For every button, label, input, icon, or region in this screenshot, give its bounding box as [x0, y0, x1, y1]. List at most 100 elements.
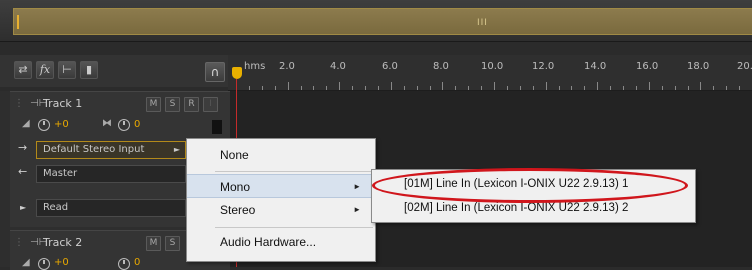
ruler-label: 8.0: [433, 61, 449, 72]
track-name[interactable]: Track 2: [43, 236, 82, 249]
ruler-tick: [739, 86, 741, 90]
input-select-value: Default Stereo Input: [43, 144, 145, 155]
pan-knob[interactable]: [118, 119, 130, 131]
ruler-tick: [455, 86, 457, 90]
menu-item-label: Mono: [220, 180, 251, 194]
ruler-label: 20.0: [737, 61, 752, 72]
ruler-label: 12.0: [532, 61, 555, 72]
meter-icon: [212, 120, 222, 134]
submenu-item-label: [01M] Line In (Lexicon I-ONIX U22 2.9.13…: [404, 178, 629, 190]
ruler-tick: [532, 86, 534, 90]
ruler-tick: [661, 86, 663, 90]
menu-item-label: Audio Hardware...: [220, 235, 317, 249]
swap-icon[interactable]: ⇄: [14, 61, 32, 79]
ruler-tick: [274, 86, 276, 90]
ruler-tick: [700, 82, 702, 90]
volume-knob[interactable]: [38, 258, 50, 270]
volume-knob[interactable]: [38, 119, 50, 131]
input-arrow-icon: →: [18, 141, 28, 154]
record-arm-button[interactable]: R: [184, 97, 199, 112]
ruler-tick: [287, 82, 289, 90]
ruler-tick: [635, 86, 637, 90]
playhead-handle[interactable]: [232, 67, 242, 79]
ruler-tick: [248, 86, 250, 90]
volume-value[interactable]: +0: [54, 119, 69, 130]
ruler-tick: [674, 86, 676, 90]
ruler-tick: [339, 82, 341, 90]
ruler-label: 6.0: [382, 61, 398, 72]
ruler-label: 16.0: [636, 61, 659, 72]
menu-item-none[interactable]: None: [187, 143, 375, 167]
grip-icon[interactable]: ⋮: [14, 237, 24, 248]
ruler-tick: [352, 86, 354, 90]
ruler-tick: [726, 86, 728, 90]
ruler-unit-label: hms: [244, 61, 266, 72]
ruler-tick: [261, 86, 263, 90]
mono-submenu: [01M] Line In (Lexicon I-ONIX U22 2.9.13…: [371, 169, 696, 223]
headphones-icon[interactable]: ∩: [205, 62, 225, 82]
eq-bars-icon[interactable]: ▮: [80, 61, 98, 79]
ruler-label: 4.0: [330, 61, 346, 72]
track-name[interactable]: Track 1: [43, 97, 82, 110]
ruler-tick: [326, 86, 328, 90]
fx-icon[interactable]: fx: [36, 61, 54, 79]
mute-button[interactable]: M: [146, 236, 161, 251]
ruler-tick: [442, 82, 444, 90]
input-monitor-button[interactable]: I: [203, 97, 218, 112]
submenu-item-line-in-2[interactable]: [02M] Line In (Lexicon I-ONIX U22 2.9.13…: [372, 197, 695, 220]
solo-button[interactable]: S: [165, 236, 180, 251]
ruler-tick: [558, 86, 560, 90]
expand-icon[interactable]: ►: [20, 203, 26, 212]
sends-icon[interactable]: ⊢: [58, 61, 76, 79]
mute-button[interactable]: M: [146, 97, 161, 112]
ruler-tick: [584, 86, 586, 90]
time-ruler[interactable]: hms 2.0 4.0 6.0 8.0 10.0 12.0 14.0 16.0 …: [228, 55, 752, 91]
automation-select[interactable]: Read: [36, 199, 186, 217]
overview-panel: III: [0, 0, 752, 42]
menu-item-mono[interactable]: Mono ►: [187, 174, 375, 198]
ruler-tick: [313, 86, 315, 90]
grip-icon[interactable]: ⋮: [14, 98, 24, 109]
input-context-menu: None Mono ► Stereo ► Audio Hardware...: [186, 138, 376, 262]
output-select[interactable]: Master: [36, 165, 186, 183]
submenu-item-label: [02M] Line In (Lexicon I-ONIX U22 2.9.13…: [404, 202, 629, 214]
output-select-value: Master: [43, 168, 78, 179]
menu-item-label: Stereo: [220, 203, 256, 217]
input-select[interactable]: Default Stereo Input ►: [36, 141, 186, 159]
pan-value[interactable]: 0: [134, 119, 140, 130]
volume-value[interactable]: +0: [54, 257, 69, 268]
overview-range-bar[interactable]: III: [13, 8, 752, 35]
submenu-arrow-icon: ►: [353, 182, 361, 191]
ruler-label: 10.0: [481, 61, 504, 72]
ruler-tick: [390, 82, 392, 90]
ruler-label: 14.0: [584, 61, 607, 72]
overview-grip[interactable]: III: [477, 18, 488, 28]
ruler-tick: [687, 86, 689, 90]
submenu-arrow-icon: ►: [353, 205, 361, 214]
ruler-tick: [300, 86, 302, 90]
menu-item-stereo[interactable]: Stereo ►: [187, 198, 375, 222]
ruler-tick: [545, 82, 547, 90]
track-header-toolbar: ⇄ fx ⊢ ▮: [0, 55, 228, 87]
pan-knob[interactable]: [118, 258, 130, 270]
chevron-right-icon: ►: [173, 145, 180, 154]
submenu-item-line-in-1[interactable]: [01M] Line In (Lexicon I-ONIX U22 2.9.13…: [372, 173, 695, 196]
output-arrow-icon: ←: [18, 165, 28, 178]
volume-icon: ◢: [22, 257, 30, 268]
menu-separator: [215, 227, 373, 228]
solo-button[interactable]: S: [165, 97, 180, 112]
ruler-label: 2.0: [279, 61, 295, 72]
automation-select-value: Read: [43, 202, 69, 213]
overview-playhead-marker: [17, 15, 19, 29]
ruler-tick: [648, 82, 650, 90]
ruler-tick: [713, 86, 715, 90]
ruler-tick: [481, 86, 483, 90]
ruler-tick: [506, 86, 508, 90]
ruler-tick: [519, 86, 521, 90]
pan-icon: ⧓: [102, 118, 112, 129]
ruler-tick: [365, 86, 366, 90]
menu-item-audio-hardware[interactable]: Audio Hardware...: [187, 230, 375, 254]
ruler-tick: [571, 86, 573, 90]
pan-value[interactable]: 0: [134, 257, 140, 268]
ruler-label: 18.0: [687, 61, 710, 72]
